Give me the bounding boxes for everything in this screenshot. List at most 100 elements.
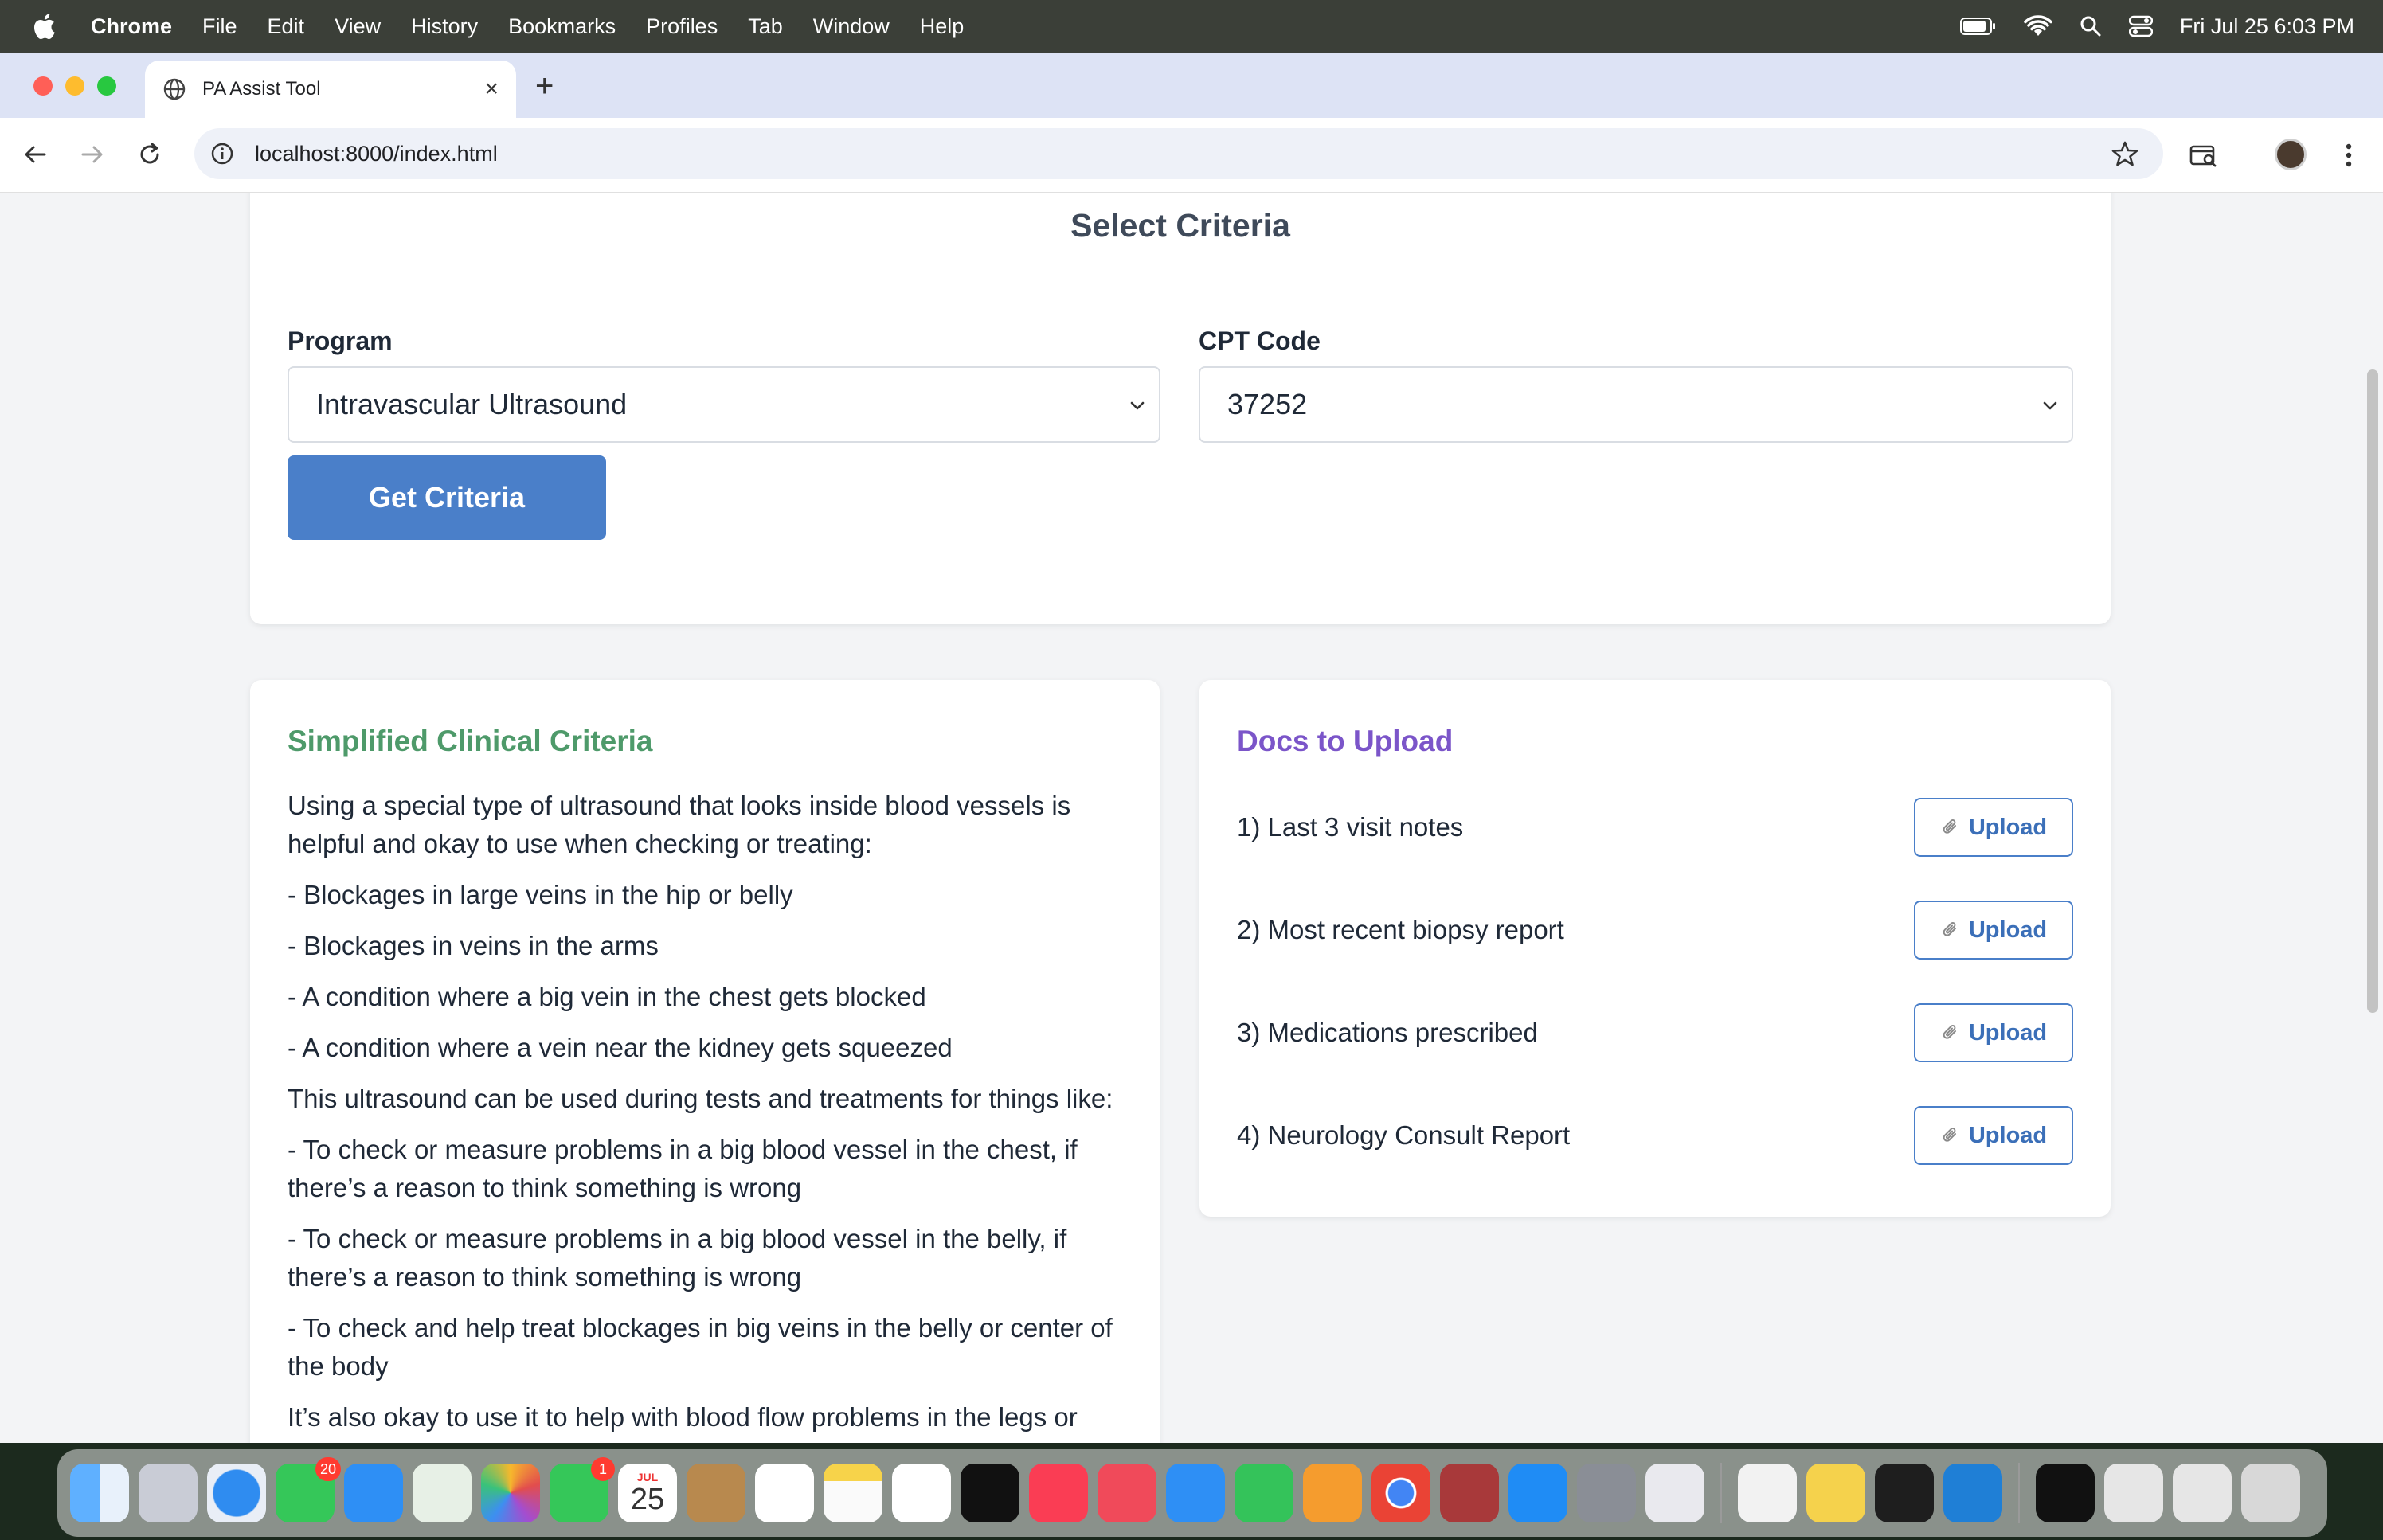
upload-button-label: Upload xyxy=(1968,917,2048,943)
close-window-button[interactable] xyxy=(33,76,53,96)
upload-button[interactable]: Upload xyxy=(1914,1003,2073,1062)
menubar-clock[interactable]: Fri Jul 25 6:03 PM xyxy=(2180,14,2354,39)
criteria-bullet: - To check or measure problems in a big … xyxy=(288,1224,1067,1292)
criteria-bullet: - Blockages in veins in the arms xyxy=(288,931,659,960)
finder-icon[interactable] xyxy=(70,1464,129,1522)
menu-window[interactable]: Window xyxy=(813,14,890,39)
textedit-icon[interactable] xyxy=(1738,1464,1797,1522)
minimize-window-button[interactable] xyxy=(65,76,84,96)
music-icon[interactable] xyxy=(1029,1464,1088,1522)
address-bar[interactable]: localhost:8000/index.html xyxy=(194,128,2163,179)
doc-label: 4) Neurology Consult Report xyxy=(1237,1120,1571,1150)
doc-row: 4) Neurology Consult Report Upload xyxy=(1237,1106,2073,1165)
mail-icon[interactable] xyxy=(344,1464,403,1522)
news-icon[interactable] xyxy=(1098,1464,1156,1522)
program-select[interactable]: Intravascular Ultrasound xyxy=(288,366,1160,443)
facetime-icon[interactable]: 1 xyxy=(550,1457,615,1522)
freeform-icon[interactable] xyxy=(892,1464,951,1522)
docs-to-upload-title: Docs to Upload xyxy=(1237,725,1454,757)
app-store-icon[interactable] xyxy=(1508,1464,1567,1522)
menu-help[interactable]: Help xyxy=(920,14,965,39)
menu-bar: Chrome File Edit View History Bookmarks … xyxy=(0,0,2383,53)
doc-label: 2) Most recent biopsy report xyxy=(1237,915,1564,944)
upload-button-label: Upload xyxy=(1968,1019,2048,1046)
url-text[interactable]: localhost:8000/index.html xyxy=(255,142,498,166)
facetime-badge: 1 xyxy=(591,1457,615,1481)
iphone-mirroring-icon[interactable] xyxy=(1645,1464,1704,1522)
tab-bar: PA Assist Tool × + xyxy=(0,53,2383,118)
reload-icon[interactable] xyxy=(135,140,164,169)
menu-app-name[interactable]: Chrome xyxy=(91,14,172,39)
more-menu-icon[interactable] xyxy=(2334,140,2364,170)
criteria-paragraph: It’s also okay to use it to help with bl… xyxy=(288,1402,1078,1443)
wifi-icon[interactable] xyxy=(2024,15,2052,37)
pages-icon[interactable] xyxy=(1303,1464,1362,1522)
menu-bookmarks[interactable]: Bookmarks xyxy=(508,14,616,39)
menu-edit[interactable]: Edit xyxy=(268,14,305,39)
numbers-icon[interactable] xyxy=(1235,1464,1293,1522)
page-scrollbar[interactable] xyxy=(2361,193,2383,1443)
calendar-icon[interactable]: JUL 25 xyxy=(618,1464,677,1522)
dock-separator xyxy=(1720,1463,1722,1523)
menu-profiles[interactable]: Profiles xyxy=(646,14,718,39)
clinical-criteria-card: Simplified Clinical Criteria Using a spe… xyxy=(250,680,1160,1443)
trash-icon[interactable] xyxy=(2241,1464,2300,1522)
site-info-icon[interactable] xyxy=(210,142,234,166)
bookmark-star-icon[interactable] xyxy=(2111,139,2139,168)
system-settings-icon[interactable] xyxy=(1577,1464,1636,1522)
criteria-bullet: - A condition where a vein near the kidn… xyxy=(288,1033,953,1062)
apple-icon[interactable] xyxy=(32,13,56,40)
back-arrow-icon[interactable] xyxy=(21,140,49,169)
upload-button[interactable]: Upload xyxy=(1914,1106,2073,1165)
menu-history[interactable]: History xyxy=(411,14,478,39)
profile-avatar[interactable] xyxy=(2275,139,2307,170)
doc-label: 3) Medications prescribed xyxy=(1237,1018,1538,1047)
launchpad-icon[interactable] xyxy=(139,1464,198,1522)
dock-separator xyxy=(2018,1463,2020,1523)
menu-view[interactable]: View xyxy=(335,14,381,39)
menu-file[interactable]: File xyxy=(202,14,237,39)
upload-button[interactable]: Upload xyxy=(1914,901,2073,960)
apple-tv-icon[interactable] xyxy=(961,1464,1019,1522)
tab-close-icon[interactable]: × xyxy=(484,76,499,103)
contacts-icon[interactable] xyxy=(687,1464,745,1522)
chrome-icon[interactable] xyxy=(1371,1464,1430,1522)
control-center-icon[interactable] xyxy=(2128,15,2153,37)
maximize-window-button[interactable] xyxy=(97,76,116,96)
battery-icon[interactable] xyxy=(1959,17,1997,36)
reading-mode-icon[interactable] xyxy=(2189,140,2219,170)
vscode-icon[interactable] xyxy=(1943,1464,2002,1522)
forward-arrow-icon[interactable] xyxy=(78,140,107,169)
messages-icon[interactable]: 20 xyxy=(276,1457,341,1522)
criteria-bullet: - To check and help treat blockages in b… xyxy=(288,1313,1113,1381)
browser-window: PA Assist Tool × + localhost:8000/index.… xyxy=(0,53,2383,1443)
criteria-bullet: - To check or measure problems in a big … xyxy=(288,1135,1078,1202)
menu-tab[interactable]: Tab xyxy=(748,14,783,39)
cpt-code-select[interactable]: 37252 xyxy=(1199,366,2073,443)
document-thumbnail-icon[interactable] xyxy=(2036,1464,2095,1522)
documents-stack-icon[interactable] xyxy=(2173,1464,2232,1522)
new-tab-icon[interactable]: + xyxy=(535,68,554,104)
clinical-criteria-title: Simplified Clinical Criteria xyxy=(288,725,653,757)
dictionary-icon[interactable] xyxy=(1440,1464,1499,1522)
stickies-icon[interactable] xyxy=(1806,1464,1865,1522)
browser-toolbar: localhost:8000/index.html xyxy=(0,118,2383,193)
doc-row: 2) Most recent biopsy report Upload xyxy=(1237,901,2073,960)
terminal-icon[interactable] xyxy=(1875,1464,1934,1522)
globe-icon xyxy=(163,78,186,100)
upload-button[interactable]: Upload xyxy=(1914,798,2073,857)
doc-row: 1) Last 3 visit notes Upload xyxy=(1237,798,2073,857)
downloads-stack-icon[interactable] xyxy=(2104,1464,2163,1522)
keynote-icon[interactable] xyxy=(1166,1464,1225,1522)
get-criteria-button[interactable]: Get Criteria xyxy=(288,455,606,540)
spotlight-search-icon[interactable] xyxy=(2080,15,2102,37)
scrollbar-thumb[interactable] xyxy=(2367,369,2378,1013)
safari-icon[interactable] xyxy=(207,1464,266,1522)
photos-icon[interactable] xyxy=(481,1464,540,1522)
tab-pa-assist[interactable]: PA Assist Tool × xyxy=(145,61,516,118)
notes-icon[interactable] xyxy=(824,1464,882,1522)
criteria-bullet: - A condition where a big vein in the ch… xyxy=(288,982,926,1011)
cpt-code-label: CPT Code xyxy=(1199,326,1321,355)
reminders-icon[interactable] xyxy=(755,1464,814,1522)
maps-icon[interactable] xyxy=(413,1464,472,1522)
